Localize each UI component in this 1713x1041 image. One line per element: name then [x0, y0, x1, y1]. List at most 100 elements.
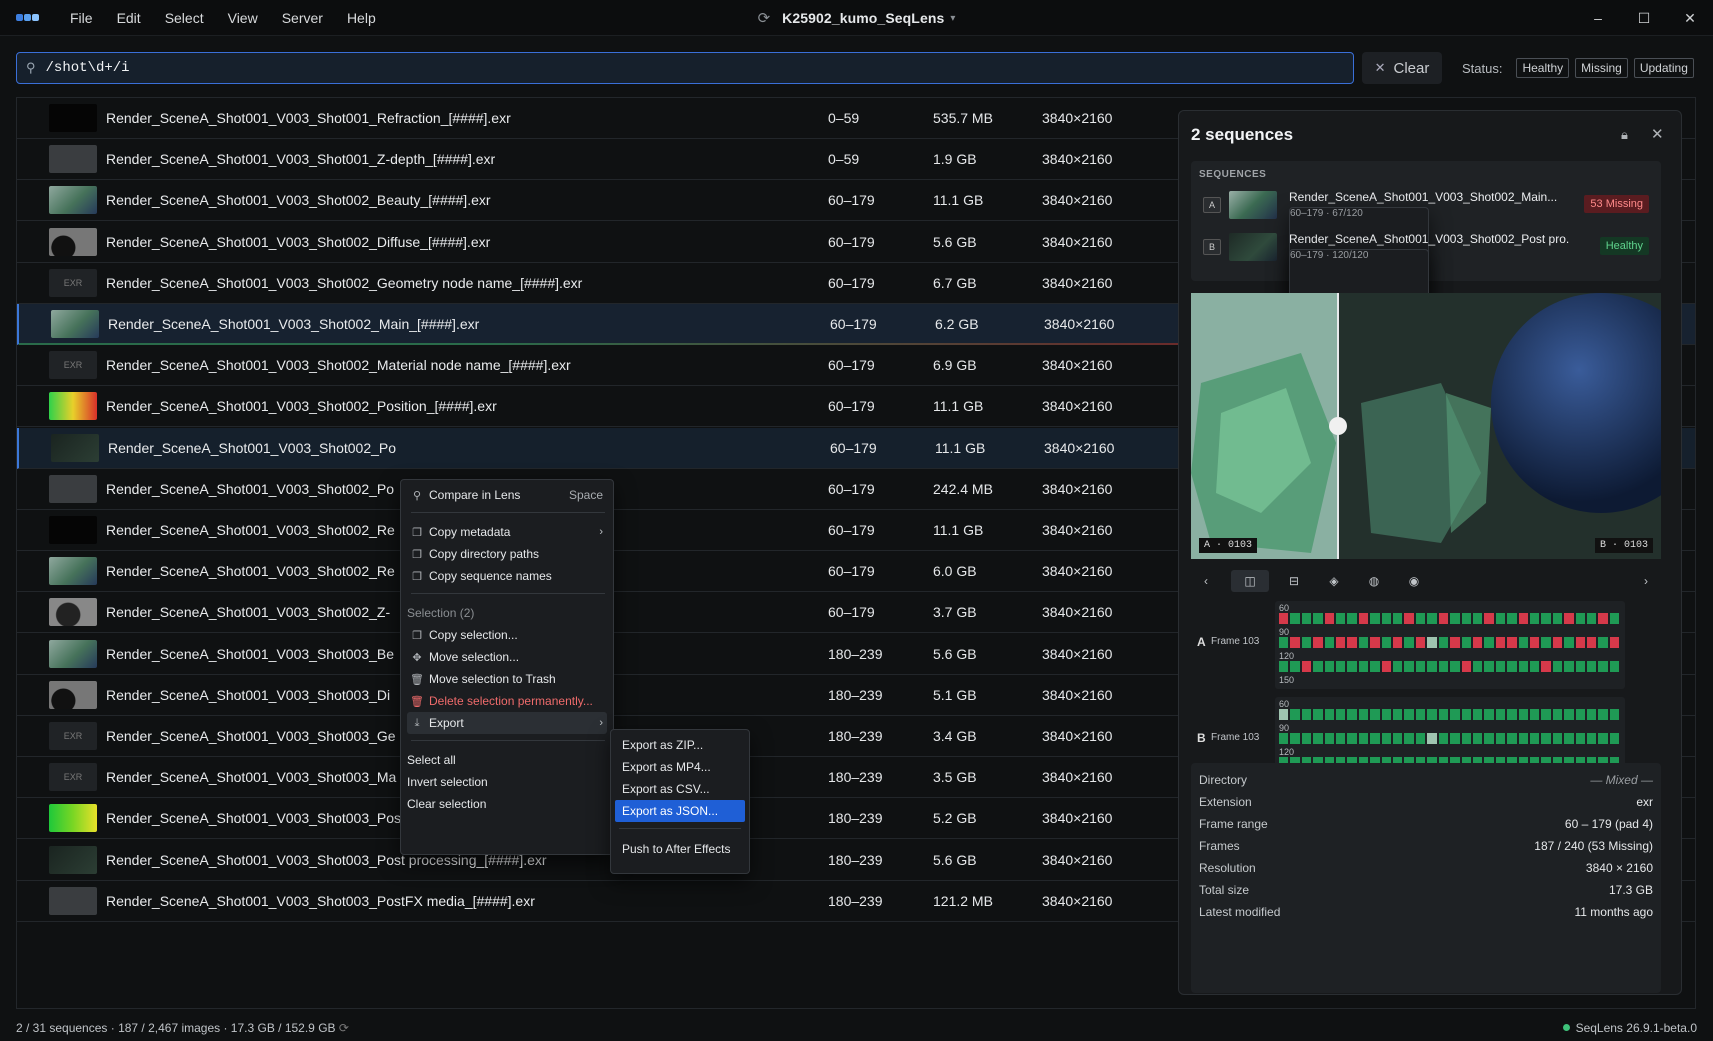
frame-cell	[1484, 613, 1494, 624]
chevron-right-icon[interactable]: ›	[1631, 570, 1661, 592]
frame-cell	[1324, 637, 1335, 648]
row-range: 60–179	[828, 357, 875, 374]
menu-item-export[interactable]: ⤓ Export ›	[407, 712, 607, 734]
frame-cell	[1586, 709, 1597, 720]
frame-cell	[1552, 709, 1563, 720]
close-panel-button[interactable]: ✕	[1651, 125, 1664, 143]
menu-help[interactable]: Help	[335, 10, 388, 26]
split-view-icon[interactable]: ◫	[1231, 570, 1269, 592]
row-name: Render_SceneA_Shot001_V003_Shot003_Di	[106, 686, 391, 703]
status-chip-updating[interactable]: Updating	[1633, 58, 1694, 78]
chevron-left-icon[interactable]: ‹	[1191, 570, 1221, 592]
metadata-row: Directory — Mixed —	[1199, 773, 1653, 793]
clear-button[interactable]: ✕ Clear	[1362, 52, 1442, 84]
menu-item-copy-selection[interactable]: ❐ Copy selection...	[407, 624, 607, 646]
frame-map-a[interactable]: A Frame 103 60 90 120 150	[1191, 601, 1661, 689]
push-after-effects-item[interactable]: Push to After Effects	[615, 838, 745, 860]
frame-cell	[1404, 637, 1414, 648]
sequence-thumbnail	[51, 433, 99, 462]
compare-preview[interactable]: A · 0103 B · 0103	[1191, 293, 1661, 559]
menu-item-trash[interactable]: 🗑︎ Move selection to Trash	[407, 668, 607, 690]
frame-cell	[1404, 733, 1414, 744]
row-name: Render_SceneA_Shot001_V003_Shot002_Diffu…	[106, 233, 491, 250]
metadata-value: 3840 × 2160	[1585, 861, 1653, 875]
frame-cell	[1347, 637, 1357, 648]
lock-icon[interactable]: 🔒︎	[1621, 127, 1628, 143]
window-title-text[interactable]: K25902_kumo_SeqLens	[782, 10, 944, 26]
menu-file[interactable]: File	[58, 10, 105, 26]
menu-item-copy-dirs[interactable]: ❐ Copy directory paths	[407, 543, 607, 565]
menu-item-delete[interactable]: 🗑︎ Delete selection permanently...	[407, 690, 607, 712]
row-res: 3840×2160	[1042, 480, 1113, 497]
chevron-down-icon[interactable]: ▾	[950, 13, 955, 24]
menu-item-compare[interactable]: ⚲ Compare in Lens Space	[407, 484, 607, 506]
frame-cell	[1381, 733, 1392, 744]
frame-cell	[1358, 613, 1369, 624]
sequence-thumbnail	[49, 557, 97, 586]
menu-item-move-selection[interactable]: ✥ Move selection...	[407, 646, 607, 668]
row-name: Render_SceneA_Shot001_V003_Shot002_Main_…	[108, 316, 480, 332]
frame-cell	[1609, 637, 1620, 648]
row-range: 60–179	[828, 563, 875, 580]
frame-cell	[1358, 661, 1369, 672]
sync-icon: ⟳	[338, 1020, 349, 1035]
frame-cell	[1324, 709, 1335, 720]
status-chip-missing[interactable]: Missing	[1575, 58, 1628, 78]
search-icon: ⚲	[412, 489, 422, 502]
row-res: 3840×2160	[1042, 728, 1113, 744]
frame-cell	[1495, 661, 1506, 672]
frame-grid[interactable]: 60 90 120 150	[1275, 601, 1625, 689]
droplet-icon[interactable]: ◍	[1359, 570, 1389, 592]
export-zip-item[interactable]: Export as ZIP...	[615, 734, 745, 756]
frame-cell	[1427, 733, 1437, 744]
search-box[interactable]: ⚲	[16, 52, 1354, 84]
menu-edit[interactable]: Edit	[105, 10, 153, 26]
row-size: 3.5 GB	[933, 769, 977, 786]
row-name: Render_SceneA_Shot001_V003_Shot001_Refra…	[106, 110, 511, 126]
row-range: 60–179	[828, 233, 875, 250]
row-size: 535.7 MB	[933, 110, 993, 126]
search-input[interactable]	[45, 60, 1306, 76]
frame-cell	[1598, 709, 1608, 720]
menu-item-clear-selection[interactable]: Clear selection	[407, 793, 607, 815]
maximize-button[interactable]: ☐	[1621, 0, 1667, 36]
layers-icon[interactable]: ◈	[1319, 570, 1349, 592]
row-res: 3840×2160	[1042, 810, 1113, 827]
frame-cell	[1438, 733, 1449, 744]
frame-cell	[1336, 733, 1346, 744]
split-handle[interactable]	[1329, 417, 1347, 435]
eye-icon[interactable]: ◉	[1399, 570, 1429, 592]
menu-item-copy-metadata[interactable]: ❐ Copy metadata ›	[407, 521, 607, 543]
menu-item-copy-names[interactable]: ❐ Copy sequence names	[407, 565, 607, 587]
row-res: 3840×2160	[1042, 563, 1113, 580]
menu-item-select-all[interactable]: Select all	[407, 749, 607, 771]
menu-server[interactable]: Server	[270, 10, 335, 26]
export-csv-item[interactable]: Export as CSV...	[615, 778, 745, 800]
menu-item-label: Copy directory paths	[429, 547, 540, 561]
minimize-button[interactable]: –	[1575, 0, 1621, 36]
row-range: 180–239	[828, 769, 883, 786]
status-chip-healthy[interactable]: Healthy	[1516, 58, 1570, 78]
frame-cell	[1404, 709, 1414, 720]
export-mp4-item[interactable]: Export as MP4...	[615, 756, 745, 778]
sequence-item-b[interactable]: B Render_SceneA_Shot001_V003_Shot002_Pos…	[1199, 227, 1653, 394]
frame-cell	[1472, 613, 1483, 624]
menu-item-invert[interactable]: Invert selection	[407, 771, 607, 793]
frame-cell	[1541, 637, 1551, 648]
title-bar: File Edit Select View Server Help ⟳ K25902_ku…	[0, 0, 1713, 36]
frame-cell	[1564, 613, 1574, 624]
sequence-name: Render_SceneA_Shot001_V003_Shot002_Main.…	[1289, 190, 1558, 204]
sequence-thumbnail	[49, 516, 97, 544]
frame-cell	[1324, 613, 1335, 624]
row-res: 3840×2160	[1042, 604, 1113, 621]
row-name: Render_SceneA_Shot001_V003_Shot003_Be	[106, 645, 395, 662]
app-logo-icon	[16, 11, 40, 25]
sequence-item-a[interactable]: A Render_SceneA_Shot001_V003_Shot002_Mai…	[1199, 185, 1653, 352]
close-window-button[interactable]: ✕	[1667, 0, 1713, 36]
menu-select[interactable]: Select	[153, 10, 216, 26]
export-json-item[interactable]: Export as JSON...	[615, 800, 745, 822]
menu-view[interactable]: View	[216, 10, 270, 26]
stack-view-icon[interactable]: ⊟	[1279, 570, 1309, 592]
view-toolbar: ‹ ◫ ⊟ ◈ ◍ ◉ ›	[1191, 569, 1661, 593]
row-range: 60–179	[830, 316, 877, 332]
